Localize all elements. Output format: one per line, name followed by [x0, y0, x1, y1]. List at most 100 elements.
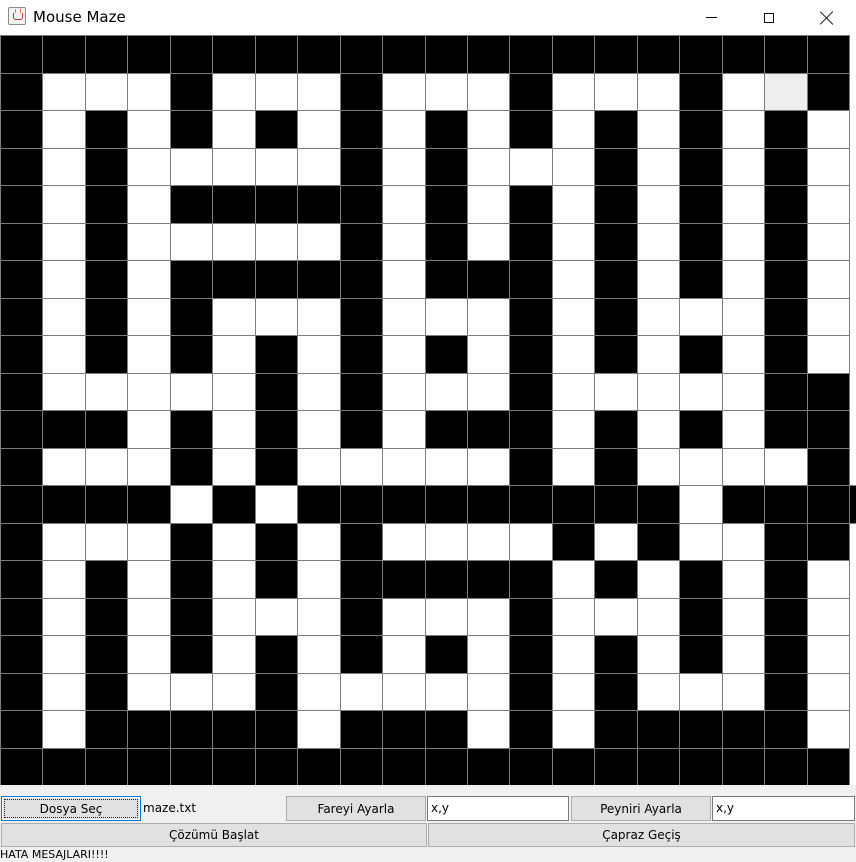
maze-wall-cell[interactable] — [42, 485, 86, 524]
maze-open-cell[interactable] — [382, 598, 426, 636]
maze-wall-cell[interactable] — [807, 373, 850, 411]
maze-wall-cell[interactable] — [807, 748, 850, 786]
maze-open-cell[interactable] — [212, 523, 256, 561]
maze-wall-cell[interactable] — [594, 335, 638, 374]
maze-wall-cell[interactable] — [170, 73, 213, 111]
maze-wall-cell[interactable] — [509, 598, 553, 636]
maze-open-cell[interactable] — [594, 373, 638, 411]
maze-open-cell[interactable] — [722, 598, 765, 636]
maze-wall-cell[interactable] — [764, 560, 808, 599]
maze-open-cell[interactable] — [297, 373, 341, 411]
maze-open-cell[interactable] — [467, 73, 510, 111]
maze-wall-cell[interactable] — [0, 410, 43, 449]
maze-open-cell[interactable] — [297, 110, 341, 149]
maze-open-cell[interactable] — [637, 410, 680, 449]
maze-wall-cell[interactable] — [679, 710, 723, 749]
maze-wall-cell[interactable] — [425, 110, 468, 149]
maze-open-cell[interactable] — [552, 260, 595, 299]
maze-wall-cell[interactable] — [170, 110, 213, 149]
maze-open-cell[interactable] — [637, 148, 680, 186]
maze-open-cell[interactable] — [297, 448, 341, 486]
maze-wall-cell[interactable] — [255, 448, 298, 486]
maze-wall-cell[interactable] — [0, 673, 43, 711]
maze-open-cell[interactable] — [297, 73, 341, 111]
maze-open-cell[interactable] — [467, 635, 510, 674]
maze-wall-cell[interactable] — [764, 110, 808, 149]
maze-wall-cell[interactable] — [509, 335, 553, 374]
maze-wall-cell[interactable] — [382, 710, 426, 749]
maze-wall-cell[interactable] — [170, 448, 213, 486]
maze-open-cell[interactable] — [722, 673, 765, 711]
maze-wall-cell[interactable] — [764, 748, 808, 786]
maze-wall-cell[interactable] — [170, 635, 213, 674]
set-mouse-button[interactable]: Fareyi Ayarla — [286, 796, 426, 821]
maze-wall-cell[interactable] — [679, 110, 723, 149]
maze-wall-cell[interactable] — [212, 260, 256, 299]
maze-open-cell[interactable] — [42, 260, 86, 299]
maze-open-cell[interactable] — [255, 148, 298, 186]
maze-open-cell[interactable] — [42, 448, 86, 486]
maze-wall-cell[interactable] — [764, 523, 808, 561]
maze-open-cell[interactable] — [807, 673, 850, 711]
maze-wall-cell[interactable] — [594, 485, 638, 524]
maze-wall-cell[interactable] — [807, 73, 850, 111]
maze-open-cell[interactable] — [467, 373, 510, 411]
maze-wall-cell[interactable] — [0, 485, 43, 524]
maze-wall-cell[interactable] — [0, 223, 43, 261]
maze-open-cell[interactable] — [42, 110, 86, 149]
maze-open-cell[interactable] — [127, 148, 171, 186]
maze-wall-cell[interactable] — [340, 223, 383, 261]
maze-open-cell[interactable] — [170, 223, 213, 261]
maze-wall-cell[interactable] — [425, 410, 468, 449]
maze-open-cell[interactable] — [467, 523, 510, 561]
maze-wall-cell[interactable] — [255, 523, 298, 561]
maze-open-cell[interactable] — [425, 73, 468, 111]
maze-open-cell[interactable] — [382, 298, 426, 336]
maze-wall-cell[interactable] — [340, 73, 383, 111]
maze-open-cell[interactable] — [807, 223, 850, 261]
maze-wall-cell[interactable] — [509, 73, 553, 111]
maze-wall-cell[interactable] — [170, 35, 213, 74]
maze-wall-cell[interactable] — [509, 223, 553, 261]
maze-open-cell[interactable] — [382, 148, 426, 186]
maze-wall-cell[interactable] — [637, 485, 680, 524]
maze-open-cell[interactable] — [807, 635, 850, 674]
maze-open-cell[interactable] — [42, 710, 86, 749]
maze-open-cell[interactable] — [425, 448, 468, 486]
maze-open-cell[interactable] — [382, 335, 426, 374]
maze-wall-cell[interactable] — [764, 373, 808, 411]
maze-wall-cell[interactable] — [42, 410, 86, 449]
maze-open-cell[interactable] — [637, 335, 680, 374]
maze-open-cell[interactable] — [807, 298, 850, 336]
maze-wall-cell[interactable] — [382, 748, 426, 786]
maze-wall-cell[interactable] — [340, 485, 383, 524]
maze-open-cell[interactable] — [382, 185, 426, 224]
maze-open-cell[interactable] — [170, 673, 213, 711]
maze-wall-cell[interactable] — [425, 560, 468, 599]
maze-open-cell[interactable] — [42, 635, 86, 674]
maze-open-cell[interactable] — [212, 560, 256, 599]
maze-open-cell[interactable] — [552, 298, 595, 336]
maze-highlighted-cell[interactable] — [764, 73, 808, 111]
maze-open-cell[interactable] — [340, 673, 383, 711]
maze-open-cell[interactable] — [127, 335, 171, 374]
maze-open-cell[interactable] — [467, 148, 510, 186]
maze-wall-cell[interactable] — [679, 335, 723, 374]
maze-wall-cell[interactable] — [0, 448, 43, 486]
maze-open-cell[interactable] — [127, 110, 171, 149]
maze-wall-cell[interactable] — [637, 748, 680, 786]
maze-open-cell[interactable] — [212, 448, 256, 486]
maze-open-cell[interactable] — [382, 223, 426, 261]
maze-open-cell[interactable] — [297, 710, 341, 749]
maze-wall-cell[interactable] — [722, 710, 765, 749]
maze-wall-cell[interactable] — [764, 410, 808, 449]
maze-wall-cell[interactable] — [255, 335, 298, 374]
maze-wall-cell[interactable] — [297, 35, 341, 74]
maze-open-cell[interactable] — [42, 223, 86, 261]
maze-open-cell[interactable] — [255, 73, 298, 111]
maze-wall-cell[interactable] — [212, 185, 256, 224]
maze-open-cell[interactable] — [679, 673, 723, 711]
maze-open-cell[interactable] — [637, 298, 680, 336]
maze-wall-cell[interactable] — [509, 748, 553, 786]
maze-wall-cell[interactable] — [297, 485, 341, 524]
